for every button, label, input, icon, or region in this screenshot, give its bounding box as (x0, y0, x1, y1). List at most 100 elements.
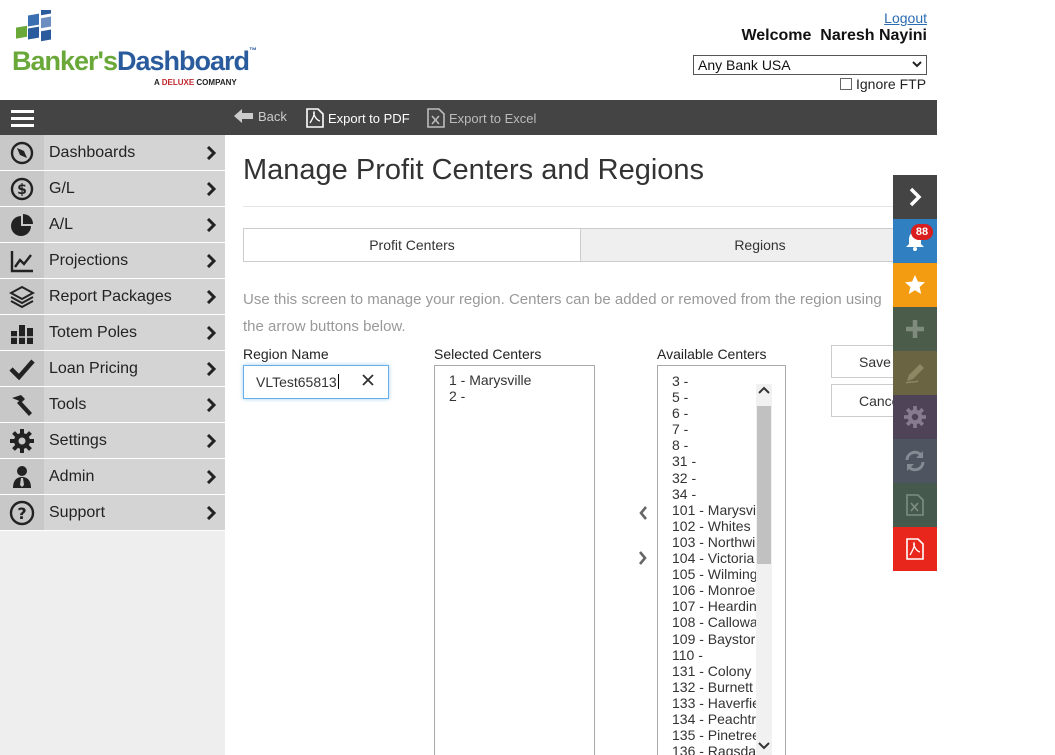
page: Banker'sDashboard™ A DELUXE COMPANY Logo… (0, 0, 937, 755)
sidebar-item-al[interactable]: A/L (0, 207, 225, 243)
available-centers-label: Available Centers (657, 346, 767, 362)
arrow-left-icon (234, 108, 254, 124)
menu-toggle-icon[interactable] (11, 110, 34, 127)
selected-centers-list[interactable]: 1 - Marysville 2 - (434, 365, 595, 755)
quick-action-panel: 88 (893, 175, 937, 571)
sidebar-item-settings[interactable]: Settings (0, 423, 225, 459)
description-line: the arrow buttons below. (243, 318, 406, 335)
region-name-value: VLTest65813 (256, 374, 337, 390)
sidebar-item-tools[interactable]: Tools (0, 387, 225, 423)
list-item[interactable]: 2 - (435, 388, 594, 404)
scroll-thumb[interactable] (757, 406, 771, 564)
pencil-icon (905, 364, 924, 384)
ignore-ftp-option[interactable]: Ignore FTP (840, 76, 926, 92)
toolbar: Back Export to PDF Export to Excel (0, 100, 937, 135)
pdf-icon (306, 108, 324, 128)
chevron-up-icon[interactable] (758, 384, 770, 398)
sidebar-item-gl[interactable]: $ G/L (0, 171, 225, 207)
notification-badge: 88 (911, 224, 933, 240)
list-item[interactable]: 1 - Marysville (435, 372, 594, 388)
logout-link[interactable]: Logout (884, 10, 927, 26)
chevron-right-icon (201, 361, 221, 376)
description-line: Use this screen to manage your region. C… (243, 291, 882, 308)
blank-margin (937, 0, 1055, 755)
back-button[interactable]: Back (234, 108, 287, 124)
sidebar-item-label: Projections (49, 251, 129, 269)
bank-select-value: Any Bank USA (698, 57, 791, 73)
move-left-button[interactable] (636, 504, 650, 522)
export-pdf-button[interactable] (893, 527, 937, 571)
question-icon: ? (0, 495, 44, 530)
chevron-right-icon (201, 433, 221, 448)
pdf-icon (906, 538, 924, 560)
chevron-right-icon (201, 145, 221, 160)
add-button[interactable] (893, 307, 937, 351)
chevron-right-icon (909, 187, 922, 207)
export-excel-toolbar-button[interactable]: Export to Excel (427, 108, 536, 128)
sidebar-item-label: Dashboards (49, 143, 136, 161)
check-icon (0, 351, 44, 386)
export-pdf-toolbar-button[interactable]: Export to PDF (306, 108, 410, 128)
export-excel-button[interactable] (893, 483, 937, 527)
refresh-button[interactable] (893, 439, 937, 483)
chevron-down-icon (911, 58, 923, 73)
plus-icon (906, 320, 924, 338)
settings-button[interactable] (893, 395, 937, 439)
sidebar-item-support[interactable]: ? Support (0, 495, 225, 531)
region-name-input[interactable]: VLTest65813 (243, 365, 389, 399)
page-title: Manage Profit Centers and Regions (243, 154, 705, 186)
sidebar-item-loan-pricing[interactable]: Loan Pricing (0, 351, 225, 387)
sidebar-item-label: Totem Poles (49, 323, 138, 341)
logo-wordmark: Banker'sDashboard™ (12, 46, 257, 76)
chevron-right-icon (201, 289, 221, 304)
dollar-icon: $ (0, 171, 44, 206)
sidebar-item-projections[interactable]: Projections (0, 243, 225, 279)
sidebar: Dashboards $ G/L A/L Projections Report … (0, 135, 225, 755)
export-pdf-label: Export to PDF (328, 110, 410, 126)
star-icon (905, 275, 925, 294)
sidebar-item-label: A/L (49, 215, 74, 233)
line-chart-icon (0, 243, 44, 278)
chevron-right-icon (201, 469, 221, 484)
refresh-icon (905, 450, 925, 472)
bankers-dashboard-logo: Banker'sDashboard™ A DELUXE COMPANY (12, 10, 262, 90)
scrollbar[interactable] (756, 384, 772, 755)
clear-icon[interactable] (362, 373, 374, 391)
tab-bar: Profit Centers Regions (243, 228, 937, 262)
sidebar-item-label: Tools (49, 395, 87, 413)
selected-centers-label: Selected Centers (434, 346, 542, 362)
tab-regions[interactable]: Regions (580, 228, 937, 262)
region-name-label: Region Name (243, 346, 329, 362)
chevron-down-icon[interactable] (758, 740, 770, 754)
move-right-button[interactable] (636, 549, 650, 567)
ignore-ftp-checkbox[interactable] (840, 78, 852, 90)
back-label: Back (258, 108, 287, 124)
sidebar-item-totem-poles[interactable]: Totem Poles (0, 315, 225, 351)
available-centers-list[interactable]: 3 - 5 - 6 - 7 - 8 - 31 - 32 - 34 - 101 -… (657, 365, 786, 755)
sidebar-item-label: Settings (49, 431, 107, 449)
favorites-button[interactable] (893, 263, 937, 307)
excel-icon (427, 108, 445, 128)
sidebar-item-admin[interactable]: Admin (0, 459, 225, 495)
gear-icon (0, 423, 44, 458)
sidebar-item-report-packages[interactable]: Report Packages (0, 279, 225, 315)
logo-mark-icon (16, 10, 51, 42)
tab-profit-centers[interactable]: Profit Centers (243, 228, 581, 262)
logo-subtitle: A DELUXE COMPANY (154, 78, 237, 87)
export-excel-label: Export to Excel (449, 110, 537, 126)
title-divider (243, 206, 937, 207)
chevron-right-icon (201, 253, 221, 268)
sidebar-item-label: Support (49, 503, 106, 521)
sidebar-item-label: Report Packages (49, 287, 172, 305)
sidebar-item-dashboards[interactable]: Dashboards (0, 135, 225, 171)
edit-button[interactable] (893, 351, 937, 395)
gear-icon (904, 406, 926, 428)
excel-icon (906, 494, 924, 516)
ignore-ftp-label: Ignore FTP (856, 76, 927, 92)
sidebar-item-label: Loan Pricing (49, 359, 138, 377)
bar-chart-icon (0, 315, 44, 350)
pie-chart-icon (0, 207, 44, 242)
notifications-button[interactable]: 88 (893, 219, 937, 263)
bank-select[interactable]: Any Bank USA (693, 55, 927, 75)
collapse-panel-button[interactable] (893, 175, 937, 219)
